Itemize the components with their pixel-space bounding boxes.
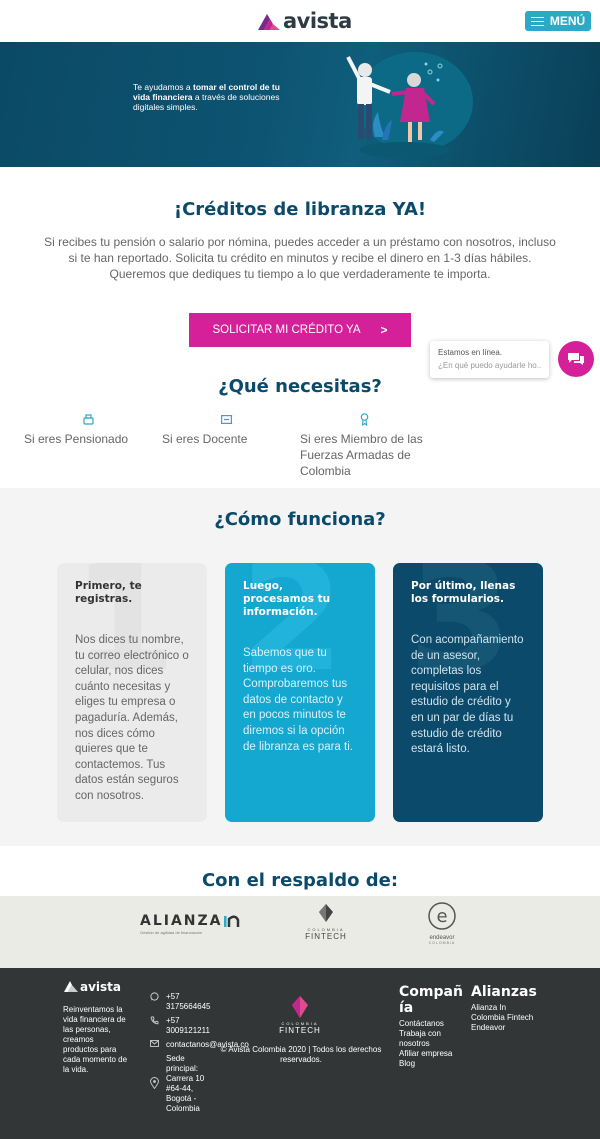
hamburger-icon xyxy=(530,16,544,26)
address-text: Sede principal: Carrera 10 #64-44, Bogot… xyxy=(166,1054,205,1113)
footer-logo-text: avista xyxy=(80,979,122,994)
footer-link-jobs[interactable]: Trabaja con nosotros xyxy=(399,1029,444,1049)
dancing-couple-illustration xyxy=(346,52,473,158)
alliances-links: Alianza In Colombia Fintech Endeavor xyxy=(471,1003,561,1033)
partners-strip: ALIANZA Gestión de agilidad de financiac… xyxy=(0,896,600,968)
company-title: Compañía xyxy=(399,984,463,1016)
request-credit-button[interactable]: SOLICITAR MI CRÉDITO YA > xyxy=(189,313,411,347)
hero-banner: Te ayudamos a tomar el control de tu vid… xyxy=(0,42,600,167)
company-links: Contáctanos Trabaja con nosotros Afiliar… xyxy=(399,1019,465,1069)
military-icon xyxy=(360,413,369,429)
footer-link-alianza-in[interactable]: Alianza In xyxy=(471,1003,561,1013)
needs-title: ¿Qué necesitas? xyxy=(218,376,382,397)
address-contact: Sede principal: Carrera 10 #64-44, Bogot… xyxy=(150,1054,211,1114)
chat-status: Estamos en línea. xyxy=(438,348,503,357)
envelope-icon xyxy=(150,1040,159,1050)
whatsapp-number: +57 3175664645 xyxy=(166,992,211,1011)
footer-fintech-bottom: FINTECH xyxy=(279,1026,321,1035)
avista-logo-icon xyxy=(258,14,280,30)
footer-logo[interactable]: avista xyxy=(64,979,122,994)
need-pensioner[interactable]: Si eres Pensionado xyxy=(24,431,128,447)
step-title: Primero, te registras. xyxy=(75,580,142,605)
phone-contact[interactable]: +57 3009121211 xyxy=(150,1016,211,1036)
intro-title: ¡Créditos de libranza YA! xyxy=(173,199,427,220)
pensioner-icon xyxy=(83,414,94,428)
avista-logo-icon xyxy=(64,981,78,992)
footer-fintech-logo[interactable]: COLOMBIA FINTECH xyxy=(272,996,328,1035)
step-title: Por último, llenas los formularios. xyxy=(411,580,516,605)
copyright: © Avista Colombia 2020 | Todos los derec… xyxy=(220,1045,382,1064)
colombia-fintech-logo[interactable]: COLOMBIA FINTECH xyxy=(296,904,356,941)
alianza-text: ALIANZA xyxy=(140,913,223,929)
chat-open-button[interactable] xyxy=(558,341,594,377)
step-body: Sabemos que tu tiempo es oro. Comprobare… xyxy=(243,647,353,753)
location-pin-icon xyxy=(150,1076,159,1092)
partners-title: Con el respaldo de: xyxy=(201,870,399,891)
need-teacher[interactable]: Si eres Docente xyxy=(162,431,247,447)
step-body: Con acompañamiento de un asesor, complet… xyxy=(411,634,524,756)
intro-body: Si recibes tu pensión o salario por nómi… xyxy=(44,235,556,281)
alianza-sub: Gestión de agilidad de financiación xyxy=(140,930,203,935)
menu-button[interactable]: MENÚ xyxy=(525,11,591,31)
phone-number: +57 3009121211 xyxy=(166,1016,210,1035)
chat-widget-bubble[interactable]: Estamos en línea. ¿En qué puedo ayudarle… xyxy=(430,341,549,378)
footer-link-contact[interactable]: Contáctanos xyxy=(399,1019,465,1029)
alliances-title: Alianzas xyxy=(471,984,537,1000)
step-body: Nos dices tu nombre, tu correo electróni… xyxy=(75,634,189,802)
footer-link-affiliate[interactable]: Afiliar empresa xyxy=(399,1049,465,1059)
svg-text:e: e xyxy=(436,906,447,927)
footer-alliances-column: Alianzas Alianza In Colombia Fintech End… xyxy=(471,984,561,1033)
footer-company-column: Compañía Contáctanos Trabaja con nosotro… xyxy=(399,984,465,1069)
footer-tagline: Reinventamos la vida financiera de las p… xyxy=(63,1005,128,1074)
step-card-2: 2 Luego, procesamos tu información. Sabe… xyxy=(225,563,375,822)
step-card-1: 1 Primero, te registras. Nos dices tu no… xyxy=(57,563,207,822)
whatsapp-icon xyxy=(150,992,159,1012)
alianza-in-mark xyxy=(223,915,239,927)
footer-link-endeavor[interactable]: Endeavor xyxy=(471,1023,561,1033)
teacher-icon xyxy=(221,415,233,427)
endeavor-logo[interactable]: e endeavor COLOMBIA xyxy=(420,902,464,946)
endeavor-e-icon: e xyxy=(428,902,456,930)
endeavor-sub: COLOMBIA xyxy=(428,941,456,945)
chat-icon xyxy=(568,352,584,365)
footer-link-blog[interactable]: Blog xyxy=(399,1059,465,1069)
logo-text: avista xyxy=(283,9,352,33)
site-footer: avista Reinventamos la vida financiera d… xyxy=(0,968,600,1139)
alianza-in-logo[interactable]: ALIANZA Gestión de agilidad de financiac… xyxy=(140,913,243,935)
avista-logo[interactable]: avista xyxy=(258,9,352,33)
step-title: Luego, procesamos tu información. xyxy=(243,580,331,618)
footer-link-colombia-fintech[interactable]: Colombia Fintech xyxy=(471,1013,561,1023)
chat-input-preview[interactable]: ¿En qué puedo ayudarle ho... xyxy=(438,361,541,370)
menu-label: MENÚ xyxy=(549,14,586,28)
hero-text: Te ayudamos a tomar el control de tu vid… xyxy=(133,82,293,112)
phone-icon xyxy=(150,1016,159,1036)
step-card-3: 3 Por último, llenas los formularios. Co… xyxy=(393,563,543,822)
how-title: ¿Cómo funciona? xyxy=(214,509,386,530)
need-military[interactable]: Si eres Miembro de las Fuerzas Armadas d… xyxy=(300,431,425,479)
hero-text-1: Te ayudamos a xyxy=(133,82,194,92)
cta-label: SOLICITAR MI CRÉDITO YA xyxy=(212,324,361,336)
chevron-right-icon: > xyxy=(380,323,388,337)
whatsapp-contact[interactable]: +57 3175664645 xyxy=(150,992,211,1012)
fintech-diamond-icon xyxy=(319,904,333,922)
site-header: avista MENÚ xyxy=(0,0,600,42)
fintech-bottom: FINTECH xyxy=(305,932,347,941)
fintech-diamond-icon xyxy=(292,996,308,1018)
